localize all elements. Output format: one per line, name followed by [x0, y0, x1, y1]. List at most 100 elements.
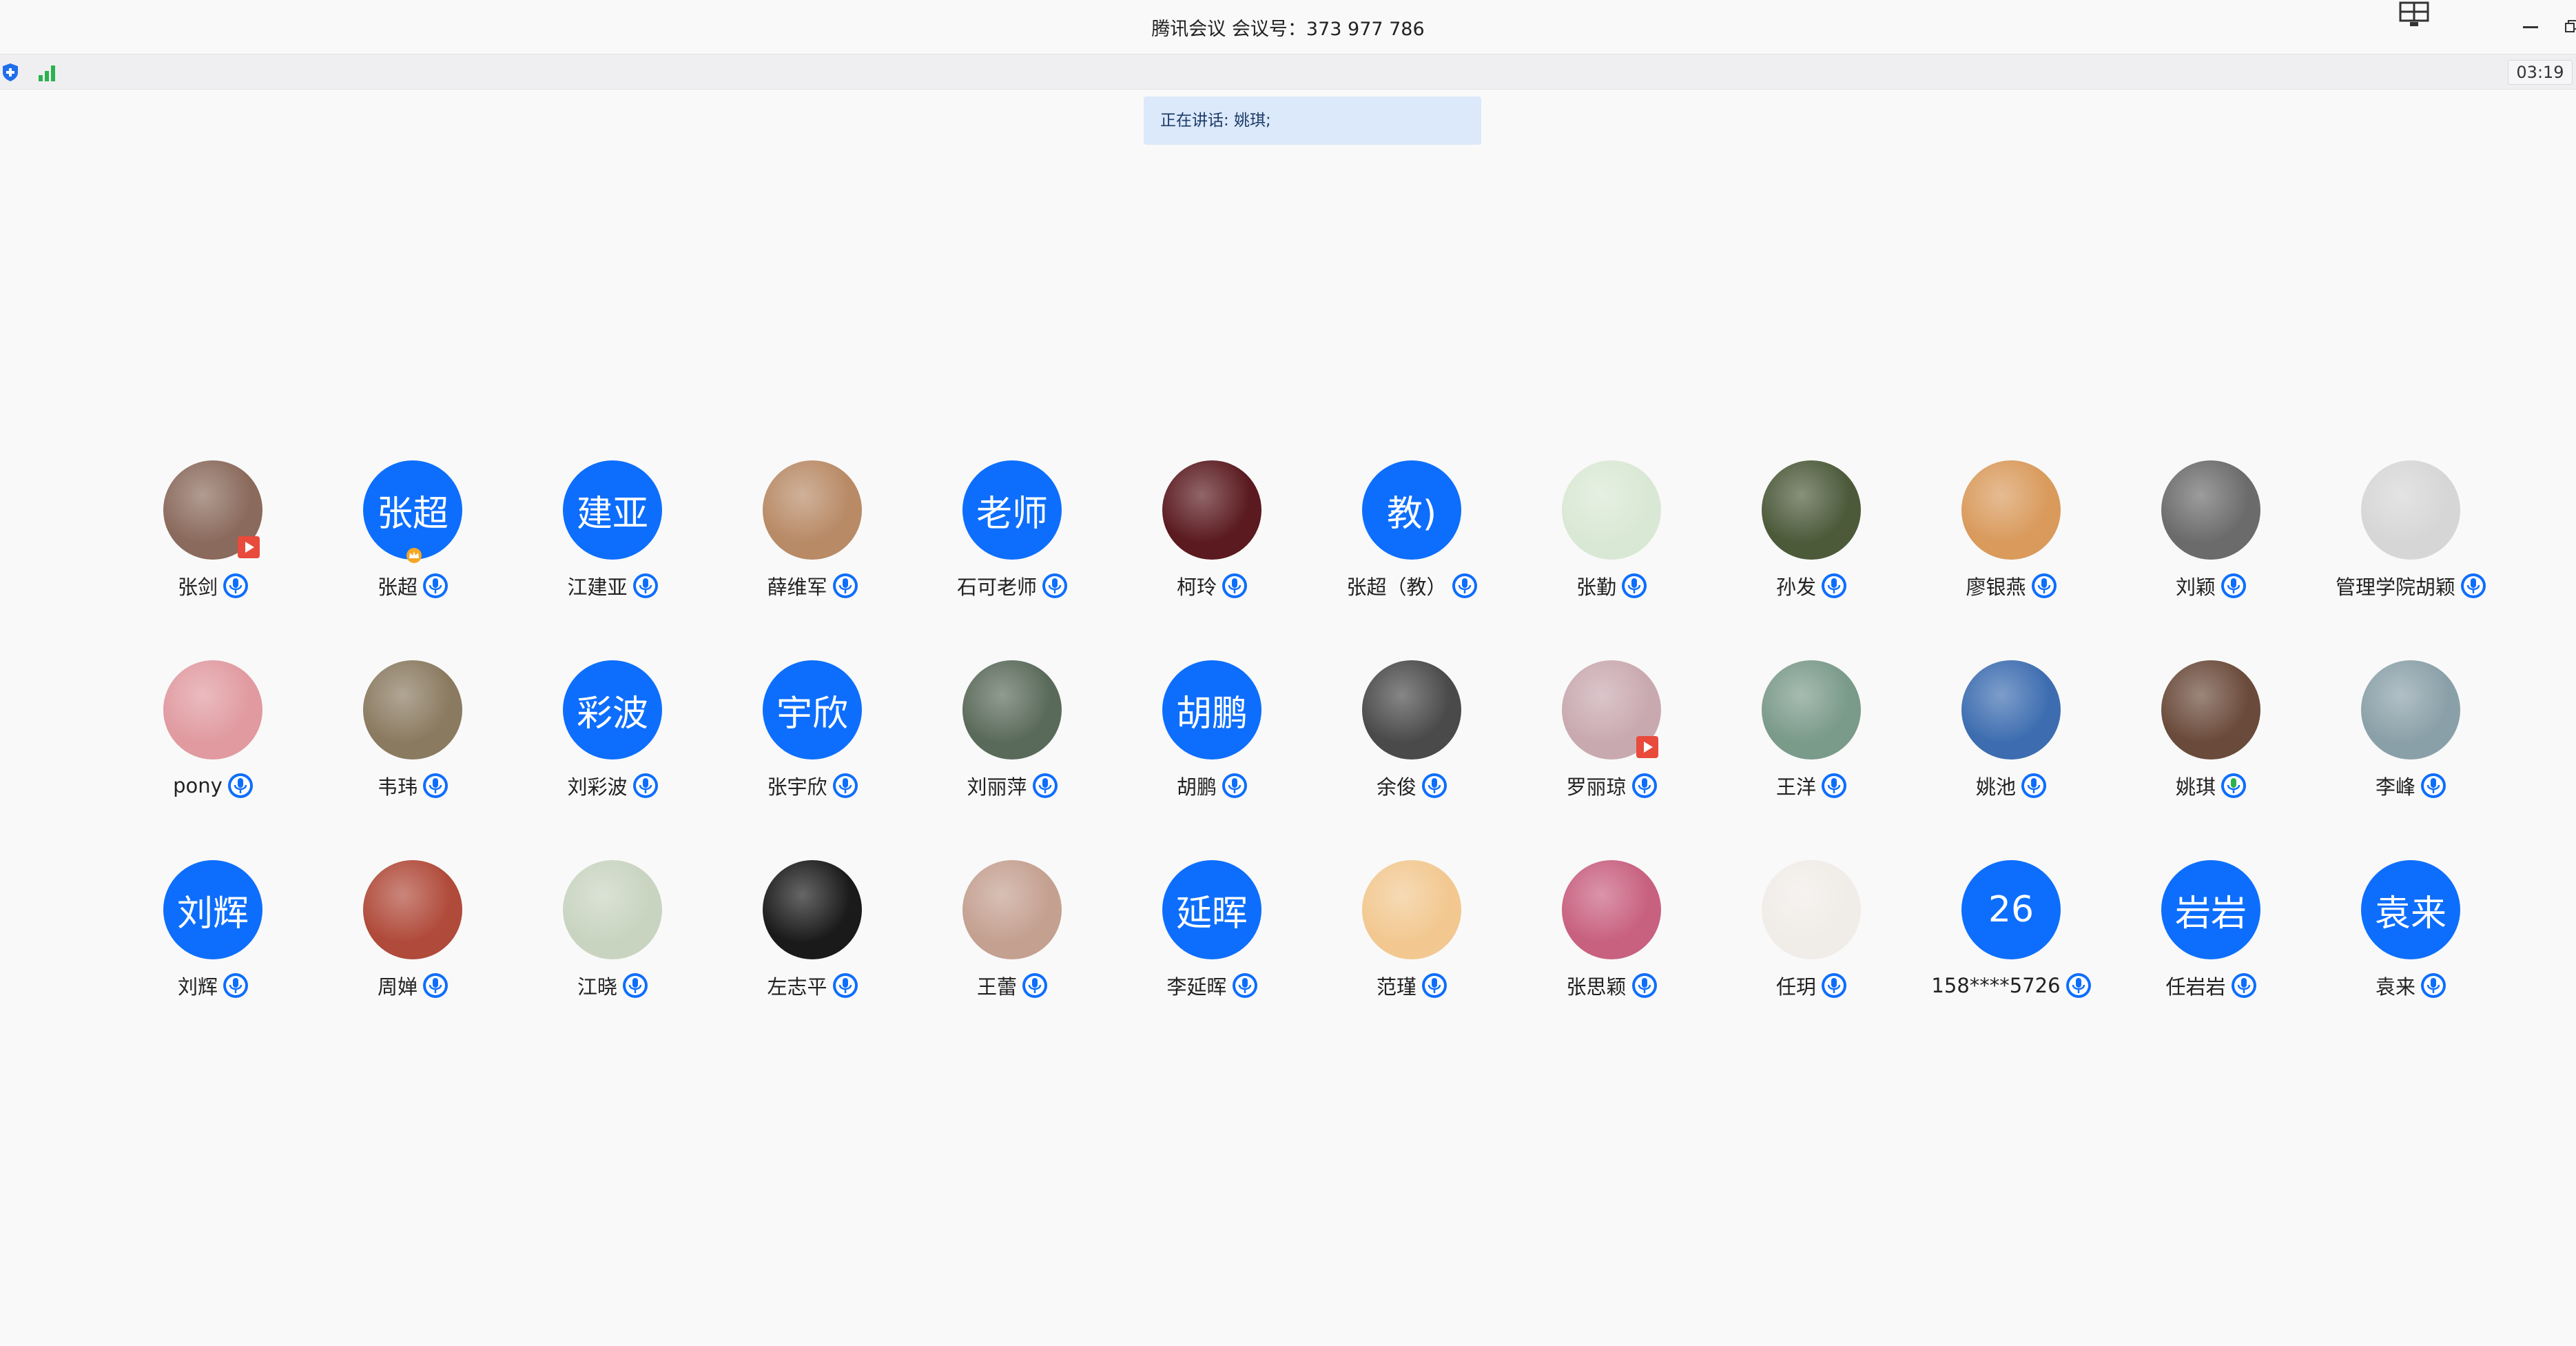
- participant-tile[interactable]: 26 158****5726: [1912, 857, 2112, 1030]
- participant-tile[interactable]: 张剑: [114, 458, 313, 630]
- participant-name: 柯玲: [1176, 575, 1217, 599]
- participant-tile[interactable]: 范瑾: [1312, 857, 1512, 1030]
- participant-tile[interactable]: 罗丽琼: [1512, 657, 1712, 830]
- participant-row: 刘辉 刘辉 周婵 江晓 左志平 王蕾 延晖 李延晖 范瑾 张思颖 任玥 26 158****5726 岩岩…: [0, 857, 2576, 1057]
- participant-tile[interactable]: 袁来 袁来: [2311, 857, 2511, 1030]
- avatar-photo: [363, 860, 462, 959]
- participant-name: 张超（教）: [1346, 575, 1447, 599]
- participant-name-row: 158****5726: [1912, 970, 2112, 1001]
- mic-on-icon: [1622, 573, 1647, 598]
- participant-tile[interactable]: 彩波 刘彩波: [513, 657, 713, 830]
- participant-tile[interactable]: 老师 石可老师: [913, 458, 1113, 630]
- avatar-photo: [2161, 660, 2260, 759]
- participant-tile[interactable]: 廖银燕: [1912, 458, 2112, 630]
- participant-name-row: 李峰: [2311, 771, 2511, 801]
- participant-tile[interactable]: 张超 张超: [313, 458, 513, 630]
- participant-tile[interactable]: 建亚 江建亚: [513, 458, 713, 630]
- participant-tile[interactable]: pony: [114, 657, 313, 830]
- avatar-initials: 岩岩: [2161, 860, 2260, 959]
- participant-tile[interactable]: 张勤: [1512, 458, 1712, 630]
- participant-tile[interactable]: 延晖 李延晖: [1113, 857, 1312, 1030]
- participant-tile[interactable]: 韦玮: [313, 657, 513, 830]
- screen-share-icon: [238, 536, 260, 558]
- participant-tile[interactable]: 宇欣 张宇欣: [713, 657, 913, 830]
- participant-name-row: pony: [114, 771, 313, 801]
- participant-tile[interactable]: 任玥: [1712, 857, 1912, 1030]
- network-signal-icon[interactable]: [37, 63, 59, 82]
- participant-tile[interactable]: 管理学院胡颖: [2311, 458, 2511, 630]
- mic-on-icon: [423, 573, 448, 598]
- mic-on-icon: [2221, 573, 2246, 598]
- participant-name: 任岩岩: [2165, 975, 2226, 999]
- mic-on-icon: [2031, 573, 2057, 598]
- mic-on-icon: [227, 773, 253, 798]
- avatar-initials: 胡鹏: [1162, 660, 1261, 759]
- participant-tile[interactable]: 王洋: [1712, 657, 1912, 830]
- participant-tile[interactable]: 刘辉 刘辉: [114, 857, 313, 1030]
- mic-on-icon: [423, 973, 448, 998]
- participant-name-row: 王蕾: [913, 970, 1113, 1001]
- avatar-photo: [763, 860, 862, 959]
- participant-name: 薛维军: [767, 575, 827, 599]
- participant-tile[interactable]: 柯玲: [1113, 458, 1312, 630]
- participant-name-row: 袁来: [2311, 970, 2511, 1001]
- minimize-icon[interactable]: [2523, 26, 2538, 28]
- participant-name: 李峰: [2375, 775, 2415, 799]
- status-bar: 03:19: [0, 54, 2576, 90]
- participant-name-row: 范瑾: [1312, 970, 1512, 1001]
- avatar-initials: 建亚: [563, 460, 662, 560]
- participant-tile[interactable]: 周婵: [313, 857, 513, 1030]
- participant-name: 江晓: [577, 975, 617, 999]
- participant-name: 刘丽萍: [967, 775, 1027, 799]
- avatar-photo: [563, 860, 662, 959]
- avatar-photo: [2161, 460, 2260, 560]
- participant-tile[interactable]: 刘丽萍: [913, 657, 1113, 830]
- mic-speaking-icon: [2221, 773, 2246, 798]
- participant-name: 张勤: [1576, 575, 1616, 599]
- participant-name-row: 余俊: [1312, 771, 1512, 801]
- avatar-photo: [1362, 660, 1461, 759]
- avatar-photo: [962, 660, 1062, 759]
- participant-name: 张超: [377, 575, 418, 599]
- participant-name-row: 薛维军: [713, 571, 913, 601]
- participant-name-row: 张宇欣: [713, 771, 913, 801]
- participant-tile[interactable]: 张思颖: [1512, 857, 1712, 1030]
- participant-tile[interactable]: 胡鹏 胡鹏: [1113, 657, 1312, 830]
- participant-tile[interactable]: 姚池: [1912, 657, 2112, 830]
- participant-name-row: 张思颖: [1512, 970, 1712, 1001]
- avatar-photo: [1762, 460, 1861, 560]
- participant-tile[interactable]: 孙发: [1712, 458, 1912, 630]
- participant-name: 范瑾: [1376, 975, 1416, 999]
- avatar-photo: [1562, 860, 1661, 959]
- participant-tile[interactable]: 教) 张超（教）: [1312, 458, 1512, 630]
- avatar-initials: 彩波: [563, 660, 662, 759]
- mic-on-icon: [1822, 973, 1846, 998]
- mic-on-icon: [1222, 773, 1247, 798]
- participant-tile[interactable]: 刘颖: [2112, 458, 2311, 630]
- gallery-view-icon[interactable]: [2399, 1, 2429, 28]
- participant-tile[interactable]: 姚琪: [2112, 657, 2311, 830]
- participant-row: 张剑 张超 张超 建亚 江建亚 薛维军 老师 石可老师 柯玲 教) 张超（教） 张勤 孙发 廖银燕 刘颖 管理…: [0, 458, 2576, 657]
- participant-tile[interactable]: 余俊: [1312, 657, 1512, 830]
- avatar-initials: 张超: [363, 460, 462, 560]
- participant-name: 张剑: [177, 575, 218, 599]
- participant-name-row: 张剑: [114, 571, 313, 601]
- participant-tile[interactable]: 李峰: [2311, 657, 2511, 830]
- avatar-initials: 刘辉: [163, 860, 262, 959]
- participant-tile[interactable]: 薛维军: [713, 458, 913, 630]
- security-shield-icon[interactable]: [1, 63, 19, 82]
- participant-name-row: 胡鹏: [1113, 771, 1312, 801]
- avatar-initials: 延晖: [1162, 860, 1261, 959]
- mic-on-icon: [2461, 573, 2486, 598]
- mic-on-icon: [2021, 773, 2046, 798]
- participant-tile[interactable]: 岩岩任岩岩: [2112, 857, 2311, 1030]
- participant-tile[interactable]: 江晓: [513, 857, 713, 1030]
- participant-tile[interactable]: 王蕾: [913, 857, 1113, 1030]
- participant-name: 王洋: [1775, 775, 1816, 799]
- participant-tile[interactable]: 左志平: [713, 857, 913, 1030]
- mic-on-icon: [1422, 773, 1447, 798]
- participant-name: 管理学院胡颖: [2335, 575, 2455, 599]
- avatar-photo: [1562, 460, 1661, 560]
- avatar-initials: 老师: [962, 460, 1062, 560]
- restore-icon[interactable]: [2564, 19, 2576, 33]
